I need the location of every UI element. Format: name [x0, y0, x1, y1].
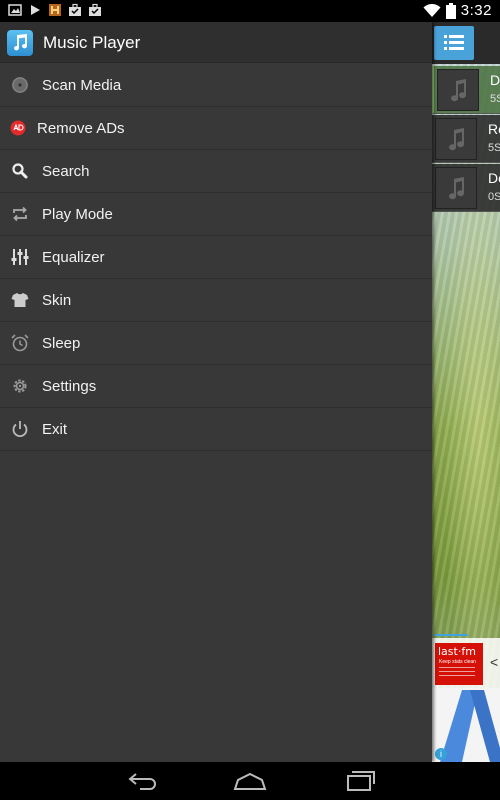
briefcase-check-icon — [89, 3, 101, 16]
lastfm-logo: last·fm — [438, 645, 476, 658]
power-icon — [12, 421, 28, 438]
ad-arrow[interactable]: < — [490, 654, 498, 670]
list-icon — [444, 35, 464, 50]
search-icon — [12, 163, 28, 179]
image-icon — [8, 4, 22, 16]
song-title: De — [488, 170, 500, 186]
menu-item-equalizer[interactable]: Equalizer — [0, 236, 432, 279]
no-ads-icon — [10, 120, 26, 136]
ad-text-line — [439, 671, 475, 672]
drawer-header: Music Player — [0, 22, 432, 63]
menu-item-play-mode[interactable]: Play Mode — [0, 193, 432, 236]
list-view-button[interactable] — [434, 26, 474, 60]
menu-label: Scan Media — [42, 77, 122, 94]
recent-apps-icon[interactable] — [338, 769, 378, 793]
menu-label: Settings — [42, 378, 97, 395]
status-bar: 3:32 — [0, 0, 500, 22]
menu-label: Remove ADs — [37, 120, 125, 137]
ad-text-line — [439, 675, 475, 676]
equalizer-icon — [11, 249, 29, 265]
album-art — [435, 167, 477, 209]
back-icon[interactable] — [122, 769, 162, 793]
menu-item-exit[interactable]: Exit — [0, 408, 432, 451]
music-note-icon — [14, 34, 28, 51]
wifi-icon — [423, 3, 441, 17]
player-header — [432, 22, 500, 64]
song-title: De — [490, 72, 500, 88]
play-icon — [31, 5, 40, 15]
lastfm-ad[interactable]: last·fm Keep stats clean — [435, 643, 483, 685]
alarm-clock-icon — [11, 334, 29, 352]
music-note-icon — [449, 128, 465, 151]
ad-tagline: Keep stats clean — [439, 659, 476, 665]
menu-label: Search — [42, 163, 90, 180]
menu-label: Skin — [42, 292, 72, 309]
ad-text-line — [439, 667, 475, 668]
menu-label: Play Mode — [42, 206, 113, 223]
menu-item-skin[interactable]: Skin — [0, 279, 432, 322]
ad-graphic[interactable]: i — [432, 688, 500, 762]
album-art — [437, 69, 479, 111]
home-icon[interactable] — [230, 769, 270, 793]
ad-info-icon[interactable]: i — [435, 748, 447, 760]
music-app-icon — [7, 30, 33, 56]
song-row[interactable]: De 0S — [432, 164, 500, 212]
system-nav-bar — [0, 762, 500, 800]
music-note-icon — [451, 79, 467, 102]
menu-label: Equalizer — [42, 249, 105, 266]
ad-divider — [434, 634, 468, 636]
ad-banner[interactable]: last·fm Keep stats clean < — [432, 638, 500, 688]
menu-label: Exit — [42, 421, 68, 438]
clock: 3:32 — [460, 2, 492, 19]
shirt-icon — [11, 293, 29, 307]
battery-icon — [445, 2, 456, 19]
gear-icon — [13, 379, 27, 393]
song-subtitle: 5S — [490, 93, 500, 105]
song-subtitle: 0S — [488, 191, 500, 203]
background-player: De 5S Re 5S De 0S last·fm Keep stats cle… — [432, 22, 500, 762]
album-art — [435, 118, 477, 160]
song-subtitle: 5S — [488, 142, 500, 154]
game-icon — [49, 4, 61, 16]
app-title: Music Player — [43, 33, 141, 52]
navigation-drawer: Music Player Scan Media Remove ADs Searc… — [0, 22, 432, 762]
briefcase-icon — [69, 3, 81, 16]
song-row[interactable]: De 5S — [432, 66, 500, 114]
menu-item-settings[interactable]: Settings — [0, 365, 432, 408]
menu-item-remove-ads[interactable]: Remove ADs — [0, 107, 432, 150]
song-row[interactable]: Re 5S — [432, 115, 500, 163]
menu-item-scan-media[interactable]: Scan Media — [0, 64, 432, 107]
menu-label: Sleep — [42, 335, 81, 352]
music-note-icon — [449, 177, 465, 200]
menu-item-sleep[interactable]: Sleep — [0, 322, 432, 365]
song-title: Re — [488, 121, 500, 137]
menu-item-search[interactable]: Search — [0, 150, 432, 193]
disc-icon — [12, 77, 28, 93]
repeat-icon — [13, 206, 27, 222]
